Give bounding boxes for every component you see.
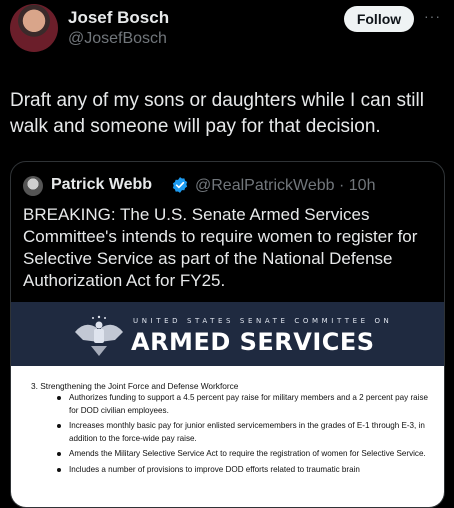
follow-button[interactable]: Follow	[344, 6, 414, 32]
senate-seal-icon	[75, 315, 123, 356]
banner-subtitle: UNITED STATES SENATE COMMITTEE ON	[133, 317, 393, 325]
tweet-text: Draft any of my sons or daughters while …	[10, 90, 424, 137]
quoted-author-name[interactable]: Patrick Webb	[51, 176, 152, 194]
more-options-icon[interactable]: ···	[424, 8, 441, 24]
author-handle[interactable]: @JosefBosch	[68, 30, 167, 48]
list-item: Amends the Military Selective Service Ac…	[57, 448, 439, 461]
banner-title: ARMED SERVICES	[131, 328, 375, 356]
quoted-author-avatar[interactable]	[23, 176, 43, 196]
quoted-tweet[interactable]: Patrick Webb @RealPatrickWebb · 10h BREA…	[10, 161, 445, 508]
document-excerpt: 3. Strengthening the Joint Force and Def…	[11, 366, 444, 507]
list-item: Authorizes funding to support a 4.5 perc…	[57, 392, 439, 417]
author-name[interactable]: Josef Bosch	[68, 8, 169, 28]
list-item: Includes a number of provisions to impro…	[57, 464, 439, 477]
list-item: Increases monthly basic pay for junior e…	[57, 420, 439, 445]
armed-services-banner: UNITED STATES SENATE COMMITTEE ON ARMED …	[11, 302, 444, 366]
document-bullet-list: Authorizes funding to support a 4.5 perc…	[57, 392, 439, 479]
verified-badge-icon	[172, 177, 188, 193]
author-avatar[interactable]	[10, 4, 58, 52]
quoted-handle-time: @RealPatrickWebb · 10h	[195, 177, 376, 194]
document-heading: 3. Strengthening the Joint Force and Def…	[31, 381, 239, 391]
quoted-text: BREAKING: The U.S. Senate Armed Services…	[23, 205, 418, 290]
